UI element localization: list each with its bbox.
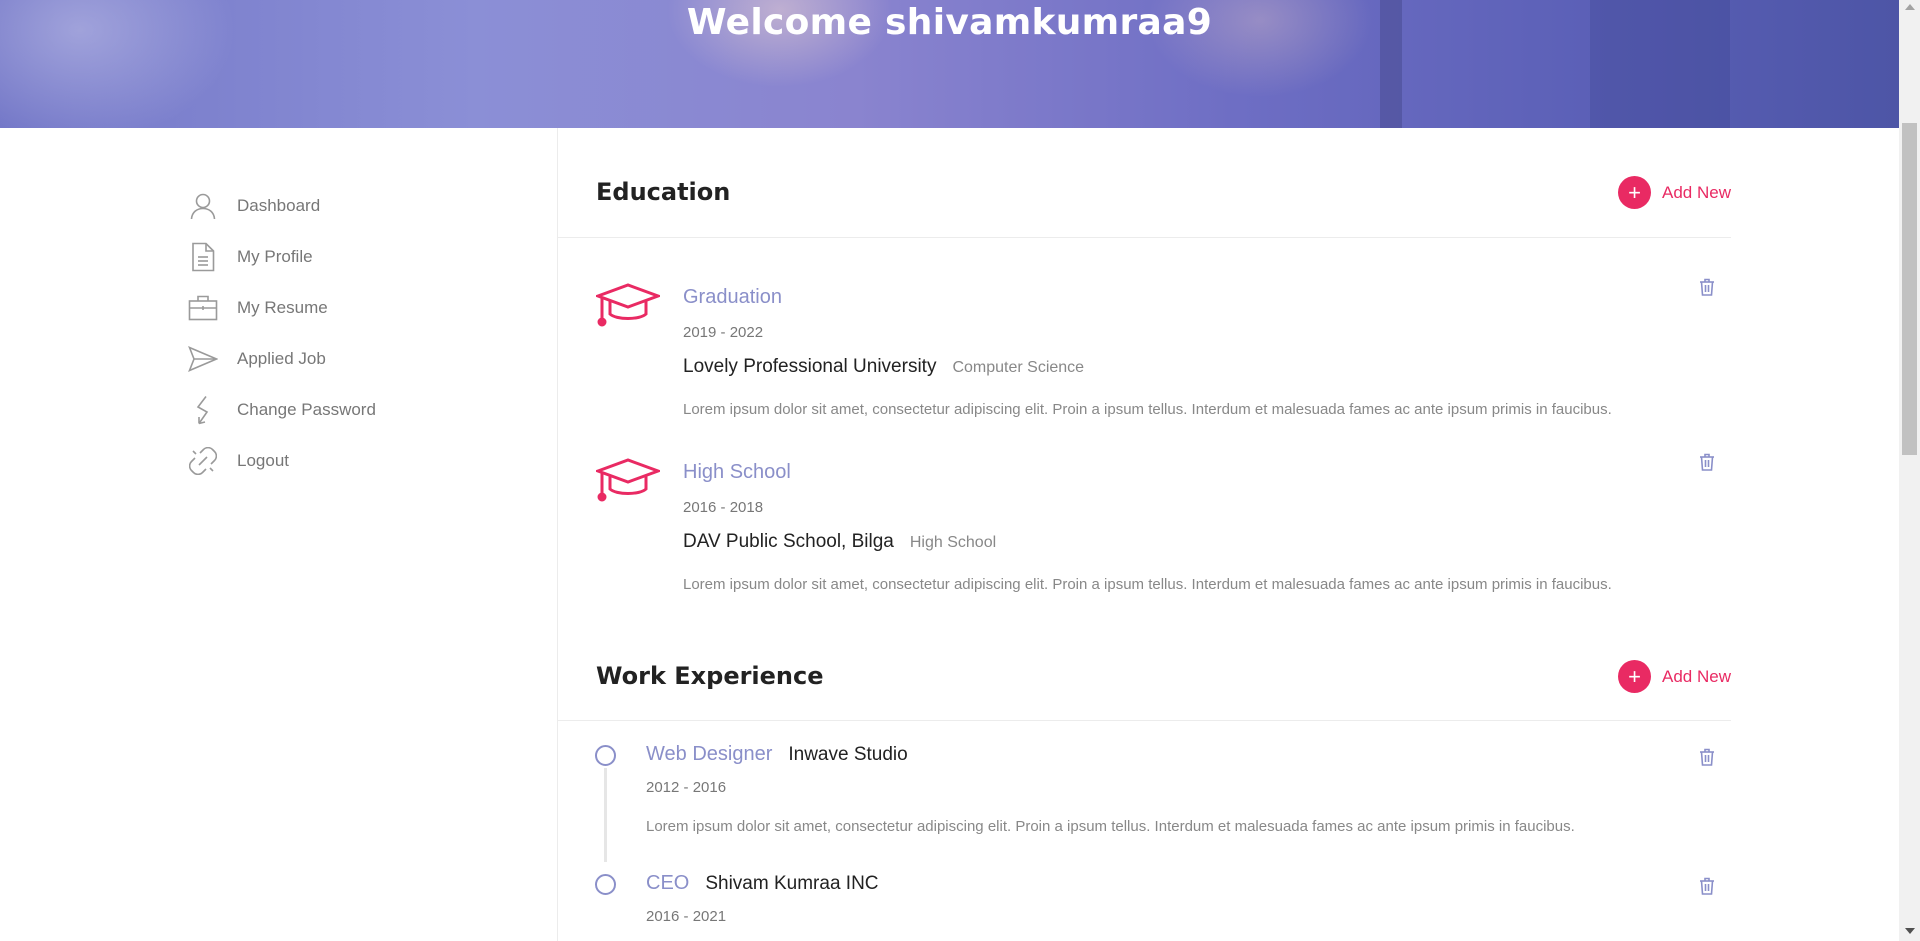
- sidebar-item-change-password[interactable]: Change Password: [188, 384, 558, 435]
- company-name: Shivam Kumraa INC: [705, 873, 879, 894]
- work-description: Lorem ipsum dolor sit amet, consectetur …: [646, 818, 1575, 835]
- section-title: Education: [596, 178, 731, 206]
- timeline-dot: [595, 745, 616, 766]
- degree-title: High School: [683, 461, 791, 483]
- paper-plane-icon: [188, 344, 218, 374]
- work-years: 2016 - 2021: [646, 908, 727, 925]
- work-item: Web Designer Inwave Studio 2012 - 2016 Lo…: [558, 721, 1731, 862]
- scroll-down-arrow-icon[interactable]: [1905, 928, 1915, 934]
- sidebar-item-label: Change Password: [237, 399, 376, 419]
- lightning-icon: [188, 395, 218, 425]
- sidebar-item-label: My Resume: [237, 297, 328, 317]
- scroll-up-arrow-icon[interactable]: [1905, 4, 1915, 10]
- sidebar-nav: Dashboard My Profile My Resume Applied J…: [188, 180, 558, 486]
- section-title: Work Experience: [596, 662, 824, 690]
- sidebar-item-label: My Profile: [237, 246, 313, 266]
- job-title: Web Designer Inwave Studio: [646, 743, 908, 766]
- delete-trash-icon[interactable]: [1699, 453, 1715, 476]
- sidebar-item-label: Logout: [237, 450, 289, 470]
- scrollbar-thumb[interactable]: [1902, 123, 1917, 455]
- delete-trash-icon[interactable]: [1699, 278, 1715, 301]
- field-of-study: Computer Science: [952, 359, 1085, 376]
- sidebar-item-applied-job[interactable]: Applied Job: [188, 333, 558, 384]
- add-new-label: Add New: [1662, 666, 1731, 686]
- plus-icon: +: [1618, 660, 1652, 693]
- delete-trash-icon[interactable]: [1699, 877, 1715, 900]
- welcome-heading: Welcome shivamkumraa9: [686, 2, 1213, 43]
- sidebar-item-logout[interactable]: Logout: [188, 435, 558, 486]
- page-scrollbar[interactable]: [1899, 0, 1920, 941]
- sidebar-item-my-resume[interactable]: My Resume: [188, 282, 558, 333]
- plus-icon: +: [1618, 176, 1652, 209]
- graduation-cap-icon: [593, 457, 663, 508]
- sidebar-item-label: Dashboard: [237, 195, 321, 215]
- company-name: Inwave Studio: [788, 744, 908, 765]
- education-header: Education + Add New: [558, 128, 1731, 238]
- job-title: CEO Shivam Kumraa INC: [646, 872, 879, 895]
- sidebar-item-dashboard[interactable]: Dashboard: [188, 180, 558, 231]
- work-experience-header: Work Experience + Add New: [558, 588, 1731, 721]
- education-years: 2019 - 2022: [683, 324, 764, 341]
- sidebar-item-label: Applied Job: [237, 348, 326, 368]
- education-item: High School 2016 - 2018 DAV Public Schoo…: [558, 413, 1731, 593]
- degree-title: Graduation: [683, 286, 782, 308]
- broken-link-icon: [188, 446, 218, 476]
- add-work-button[interactable]: + Add New: [1618, 660, 1731, 693]
- job-title-text: CEO: [646, 872, 690, 894]
- sidebar-item-my-profile[interactable]: My Profile: [188, 231, 558, 282]
- timeline-line: [604, 768, 607, 862]
- work-item: CEO Shivam Kumraa INC 2016 - 2021: [558, 850, 1731, 941]
- user-icon: [188, 191, 218, 221]
- work-years: 2012 - 2016: [646, 779, 727, 796]
- delete-trash-icon[interactable]: [1699, 748, 1715, 771]
- job-title-text: Web Designer: [646, 743, 773, 765]
- education-years: 2016 - 2018: [683, 499, 764, 516]
- education-item: Graduation 2019 - 2022 Lovely Profession…: [558, 238, 1731, 418]
- graduation-cap-icon: [593, 282, 663, 333]
- add-new-label: Add New: [1662, 182, 1731, 202]
- field-of-study: High School: [909, 534, 997, 551]
- school-name: DAV Public School, Bilga High School: [683, 531, 996, 553]
- school-name-text: Lovely Professional University: [683, 356, 937, 377]
- add-education-button[interactable]: + Add New: [1618, 176, 1731, 209]
- briefcase-icon: [188, 293, 218, 323]
- school-name: Lovely Professional University Computer S…: [683, 356, 1084, 378]
- welcome-banner: Welcome shivamkumraa9: [0, 0, 1899, 128]
- school-name-text: DAV Public School, Bilga: [683, 531, 894, 552]
- document-icon: [188, 242, 218, 272]
- timeline-dot: [595, 874, 616, 895]
- resume-content: Education + Add New Graduation 2019 - 20…: [558, 128, 1731, 941]
